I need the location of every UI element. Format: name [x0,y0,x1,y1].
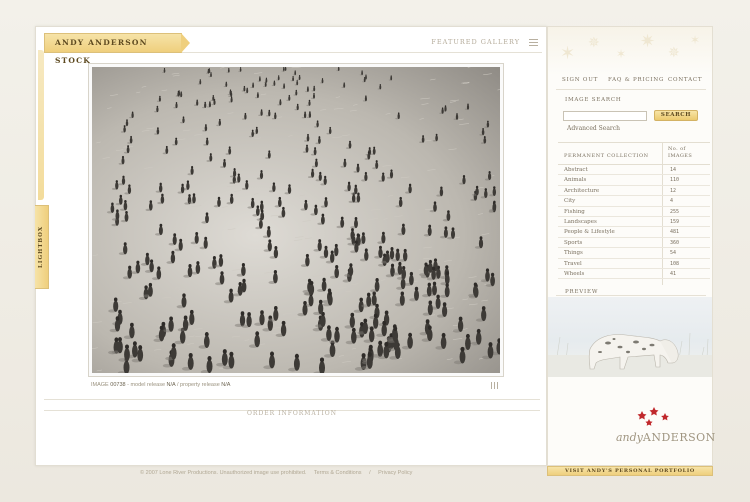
logo-first: andy [616,431,643,444]
footer: © 2007 Lone River Productions. Unauthori… [140,470,418,476]
image-caption: IMAGE 00738 - model release N/A / proper… [91,382,230,388]
preview-divider [556,295,706,296]
collection-header: PERMANENT COLLECTION [564,153,649,159]
collection-name[interactable]: Fishing [564,209,585,215]
collection-count: 360 [670,239,680,246]
search-button[interactable]: SEARCH [654,110,698,121]
collection-row[interactable]: Architecture 12 [558,186,710,197]
collection-row[interactable]: Wheels 41 [558,269,710,280]
collection-count: 41 [670,270,677,277]
collection-count: 481 [670,229,680,236]
collection-name[interactable]: Animals [564,177,586,183]
thumbnail-view-icon[interactable] [491,382,500,389]
image-search-label: IMAGE SEARCH [565,97,622,103]
snowflake-icon: ✶ [616,47,627,61]
footer-terms-link[interactable]: Terms & Conditions [314,470,362,476]
collection-name[interactable]: Things [564,250,583,256]
count-header-line1: No. of [668,146,686,152]
collection-count: 54 [670,250,677,257]
caption-property-text: / property release [176,382,220,388]
visit-portfolio-button[interactable]: VISIT ANDY'S PERSONAL PORTFOLIO [547,466,713,476]
caption-prefix: IMAGE [91,382,109,388]
collection-name[interactable]: Wheels [564,271,584,277]
order-information-bar[interactable]: ORDER INFORMATION [44,399,540,417]
snowflake-icon: ✷ [640,31,656,52]
advanced-search-link[interactable]: Advanced Search [567,125,620,132]
right-panel: ✶ ✵ ✶ ✷ ✵ ✶ SIGN OUT FAQ & PRICING CONTA… [547,26,716,466]
featured-gallery-link[interactable]: FEATURED GALLERY [431,38,520,46]
order-information-label: ORDER INFORMATION [247,410,337,417]
collection-row[interactable]: Landscapes 159 [558,217,710,228]
caption-model-value: N/A [166,382,176,388]
table-header: PERMANENT COLLECTION No. of IMAGES [558,142,710,165]
collection-row[interactable]: Abstract 14 [558,165,710,176]
logo-last: ANDERSON [642,431,716,444]
main-panel: ANDY ANDERSON STOCK FEATURED GALLERY IMA… [35,26,547,466]
collection-count: 4 [670,198,674,205]
snowflake-icon: ✵ [588,35,600,51]
preview-image[interactable] [548,297,712,377]
caption-model-text: - model release [127,382,166,388]
herd-image [92,67,500,373]
collection-count: 110 [670,177,680,184]
count-header-line2: IMAGES [668,153,693,159]
header-strip: ANDY ANDERSON STOCK FEATURED GALLERY [44,33,542,65]
collection-rows: Abstract 14 Animals 110 Architecture 12 City 4 F… [558,165,710,280]
collection-name[interactable]: Landscapes [564,219,597,225]
count-header: No. of IMAGES [668,146,692,160]
collection-count: 108 [670,260,680,267]
snowflake-icon: ✶ [690,33,701,47]
collection-row[interactable]: Sports 360 [558,238,710,249]
snowflake-icon: ✵ [668,45,680,61]
collection-name[interactable]: Sports [564,240,582,246]
collection-count: 159 [670,218,680,225]
collection-count: 255 [670,208,680,215]
collection-row[interactable]: City 4 [558,196,710,207]
lightbox-label: LIGHTBOX [38,225,44,268]
lightbox-tab[interactable]: LIGHTBOX [35,205,49,289]
collection-count: 12 [670,187,677,194]
collection-table: PERMANENT COLLECTION No. of IMAGES Abstr… [558,142,710,285]
footer-divider: / [369,470,371,476]
sign-out-link[interactable]: SIGN OUT [562,77,598,83]
collection-name[interactable]: Abstract [564,167,588,173]
collection-row[interactable]: Fishing 255 [558,207,710,217]
faq-pricing-link[interactable]: FAQ & PRICING [608,77,664,83]
collection-count: 14 [670,167,677,173]
caption-image-id: 00738 [110,382,126,388]
caption-property-value: N/A [221,382,231,388]
andy-anderson-logo[interactable]: andyANDERSON [616,431,716,444]
collection-row[interactable]: Travel 108 [558,259,710,269]
footer-copyright: © 2007 Lone River Productions. Unauthori… [140,470,307,476]
collection-name[interactable]: Travel [564,261,582,267]
snowflake-icon: ✶ [560,43,576,64]
collection-name[interactable]: Architecture [564,188,599,194]
horse-preview-image [548,332,712,377]
footer-privacy-link[interactable]: Privacy Policy [378,470,412,476]
featured-photo[interactable] [92,67,500,373]
nav-divider [556,89,706,90]
collection-name[interactable]: City [564,198,575,204]
logo-stars-icon [637,407,669,426]
collection-row[interactable]: People & Lifestyle 481 [558,227,710,238]
gallery-grid-icon[interactable] [529,38,538,46]
brand-tab[interactable]: ANDY ANDERSON STOCK [44,33,190,65]
collection-row[interactable]: Things 54 [558,248,710,259]
left-decoration [38,50,44,200]
decorative-header: ✶ ✵ ✶ ✷ ✵ ✶ [548,27,712,75]
search-input[interactable] [563,111,647,121]
photo-frame [88,63,504,377]
collection-name[interactable]: People & Lifestyle [564,229,615,235]
preview-label: PREVIEW [565,289,599,295]
collection-row[interactable]: Animals 110 [558,175,710,186]
contact-link[interactable]: CONTACT [668,77,702,83]
